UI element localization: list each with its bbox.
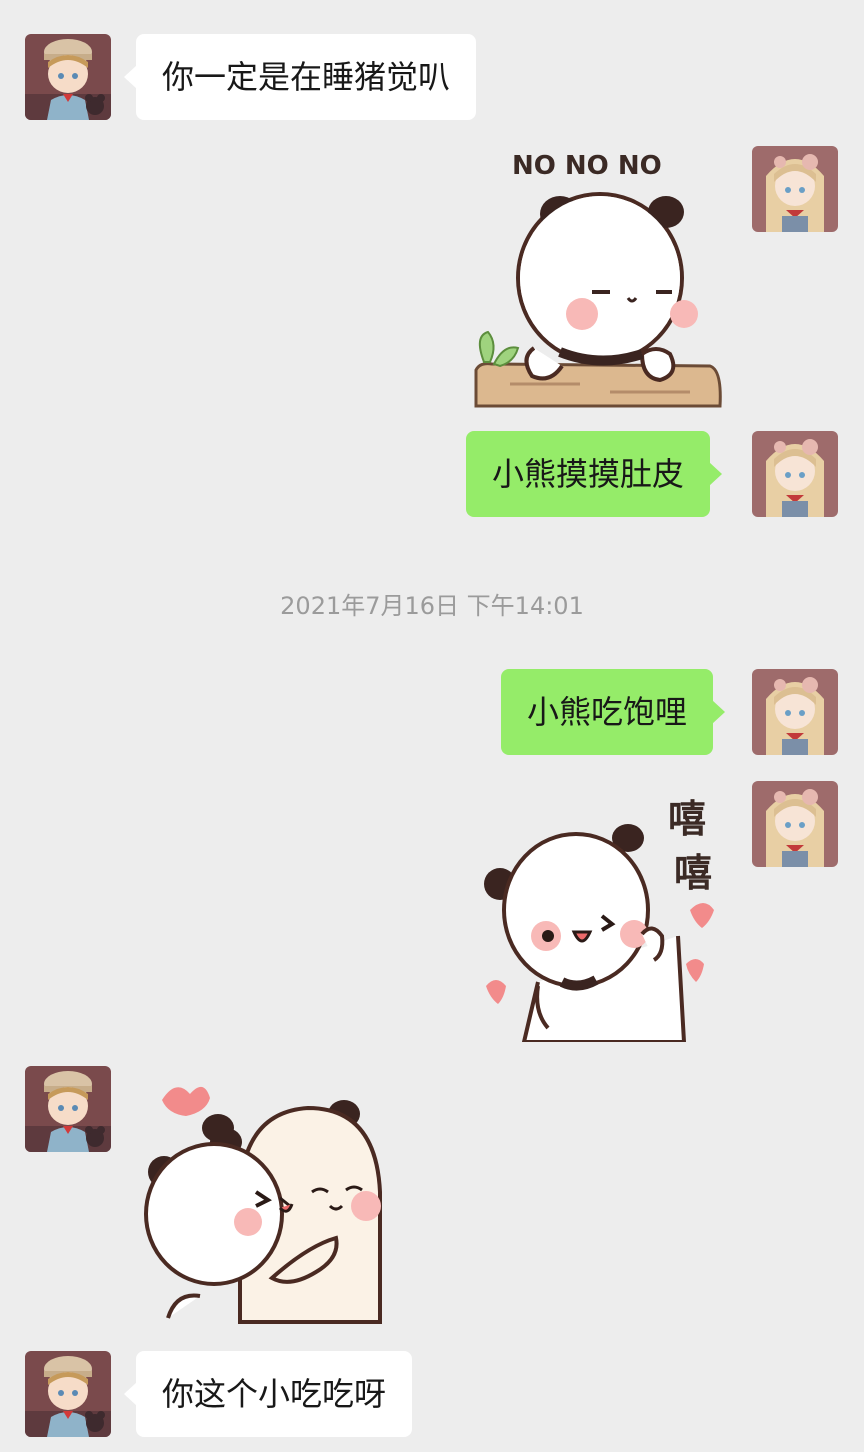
message-timestamp: 2021年7月16日 下午14:01 [280,592,584,620]
message-bubble-outgoing[interactable]: 小熊摸摸肚皮 [466,431,723,517]
self-avatar[interactable] [752,146,838,232]
message-text: 你一定是在睡猪觉叭 [162,58,451,96]
sticker-caption: 嘻 [668,797,706,841]
self-avatar[interactable] [752,431,838,517]
message-text: 小熊摸摸肚皮 [492,455,685,493]
contact-avatar[interactable] [25,34,111,120]
sticker-caption: 嘻 [674,851,712,895]
chat-message-list[interactable]: 你一定是在睡猪觉叭 NO NO NO 小熊摸摸肚皮 2021年7月16日 下午1… [0,0,864,1452]
sticker-panda-hug[interactable] [140,1072,390,1328]
self-avatar[interactable] [752,669,838,755]
contact-avatar[interactable] [25,1066,111,1152]
self-avatar[interactable] [752,781,838,867]
message-bubble-incoming[interactable]: 你这个小吃吃呀 [123,1351,413,1437]
sticker-panda-hee-hee[interactable]: 嘻 嘻 [478,786,728,1042]
sticker-panda-no-no-no[interactable]: NO NO NO [470,148,730,410]
message-bubble-outgoing[interactable]: 小熊吃饱哩 [501,669,726,755]
contact-avatar[interactable] [25,1351,111,1437]
sticker-caption: NO NO NO [512,151,662,181]
message-text: 小熊吃饱哩 [527,693,688,731]
message-bubble-incoming[interactable]: 你一定是在睡猪觉叭 [123,34,477,120]
message-text: 你这个小吃吃呀 [162,1375,387,1413]
